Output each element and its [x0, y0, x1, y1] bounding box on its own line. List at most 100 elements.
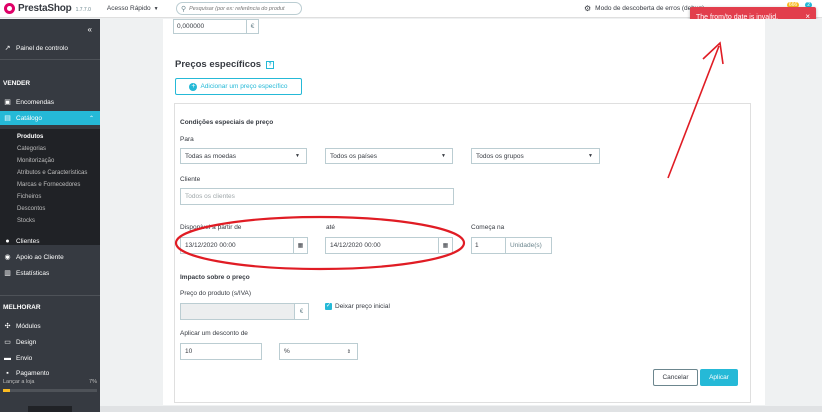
sidebar-item-design[interactable]: ▭ Design: [0, 335, 100, 349]
section-title: Preços específicos ?: [175, 59, 275, 70]
sidebar-item-catalog[interactable]: ▤ Catálogo ⌃: [0, 111, 100, 125]
customer-input[interactable]: Todos os clientes: [180, 188, 454, 205]
to-date-value: 14/12/2020 00:00: [330, 242, 381, 249]
chevron-up-icon: ⌃: [88, 115, 94, 122]
caret-down-icon: ▼: [441, 153, 446, 159]
submenu-item-categories[interactable]: Categorias: [17, 146, 46, 152]
sidebar-item-label: Catálogo: [16, 114, 43, 122]
credit-card-icon: ▪: [6, 369, 9, 377]
sidebar-item-label: Pagamento: [16, 369, 50, 377]
sidebar-item-label: Painel de controlo: [16, 44, 69, 52]
submenu-item-attributes[interactable]: Atributos e Características: [17, 170, 87, 176]
sidebar-item-customers[interactable]: ● Clientes: [0, 234, 100, 248]
caret-down-icon: ▼: [153, 5, 159, 12]
sidebar: « ↗ Painel de controlo VENDER ▣ Encomend…: [0, 19, 100, 412]
catalog-submenu: Produtos Categorias Monitorização Atribu…: [0, 129, 100, 245]
discount-type-select[interactable]: % ⇕: [279, 343, 358, 360]
sidebar-item-label: Apoio ao Cliente: [16, 253, 64, 261]
submenu-item-monitoring[interactable]: Monitorização: [17, 158, 54, 164]
currency-select-value: Todas as moedas: [185, 152, 236, 160]
sidebar-item-payment[interactable]: ▪ Pagamento: [0, 366, 100, 380]
sidebar-item-support[interactable]: ◉ Apoio ao Cliente: [0, 250, 100, 264]
to-date-label: até: [326, 224, 336, 231]
search-input[interactable]: [189, 5, 300, 12]
specific-prices-title: Preços específicos: [175, 59, 262, 70]
calendar-icon[interactable]: ▦: [293, 238, 307, 253]
for-label: Para: [180, 136, 194, 143]
sidebar-divider: [0, 59, 100, 60]
submenu-item-discounts[interactable]: Descontos: [17, 206, 45, 212]
price-label: Preço do produto (s/IVA): [180, 290, 252, 297]
sidebar-item-dashboard[interactable]: ↗ Painel de controlo: [0, 41, 100, 55]
bug-icon: ⚙: [584, 4, 592, 13]
apply-button[interactable]: Aplicar: [700, 369, 738, 386]
sidebar-footer-button[interactable]: [28, 406, 72, 412]
from-date-label: Disponível a partir de: [180, 224, 242, 231]
launch-progress-bar: [3, 389, 97, 392]
caret-down-icon: ▼: [295, 153, 300, 159]
store-icon: ▤: [4, 115, 11, 122]
checkbox-checked-icon: ✓: [325, 303, 332, 310]
product-price-field[interactable]: €: [180, 303, 309, 320]
conditions-heading: Condições especiais de preço: [180, 119, 274, 126]
cost-price-value: 0,000000: [177, 23, 205, 30]
unit-addon: Unidade(s): [510, 242, 542, 249]
sort-icon: ⇕: [346, 348, 351, 355]
logo[interactable]: PrestaShop 1.7.7.0: [4, 3, 91, 14]
help-icon[interactable]: ?: [266, 60, 275, 69]
version-label: 1.7.7.0: [75, 7, 91, 13]
section-sell-heading: VENDER: [3, 80, 31, 87]
from-date-field[interactable]: 13/12/2020 00:00 ▦: [180, 237, 308, 254]
chat-icon: ◉: [4, 254, 11, 261]
horizontal-scrollbar[interactable]: [100, 406, 822, 412]
sidebar-item-modules[interactable]: ✣ Módulos: [0, 319, 100, 333]
add-specific-price-label: Adicionar um preço específico: [200, 83, 288, 90]
sidebar-item-label: Envio: [16, 354, 33, 362]
section-improve-heading: MELHORAR: [3, 304, 41, 311]
sidebar-item-label: Módulos: [16, 322, 41, 330]
starting-quantity-field[interactable]: 1 Unidade(s): [471, 237, 552, 254]
currency-addon: €: [246, 20, 258, 33]
sidebar-divider: [0, 295, 100, 296]
submenu-item-products[interactable]: Produtos: [17, 134, 43, 140]
plus-circle-icon: +: [189, 82, 198, 91]
country-select[interactable]: Todos os países ▼: [325, 148, 453, 164]
submenu-item-brands[interactable]: Marcas e Fornecedores: [17, 182, 80, 188]
launch-progress-fill: [3, 389, 10, 392]
customer-label: Cliente: [180, 176, 201, 183]
submenu-item-files[interactable]: Ficheiros: [17, 194, 41, 200]
trending-up-icon: ↗: [4, 45, 11, 52]
sidebar-item-label: Estatísticas: [16, 269, 50, 277]
prestashop-logo-icon: [4, 3, 15, 14]
quick-access-menu[interactable]: Acesso Rápido ▼: [107, 5, 159, 12]
impact-heading: Impacto sobre o preço: [180, 274, 250, 281]
caret-down-icon: ▼: [588, 153, 593, 159]
sidebar-item-label: Clientes: [16, 237, 40, 245]
country-select-value: Todos os países: [330, 152, 377, 160]
collapse-sidebar-icon[interactable]: «: [88, 25, 92, 34]
add-specific-price-button[interactable]: + Adicionar um preço específico: [175, 78, 302, 95]
puzzle-icon: ✣: [4, 323, 11, 330]
desktop-icon: ▭: [4, 339, 11, 346]
starting-at-label: Começa na: [471, 224, 505, 231]
sidebar-item-stats[interactable]: ▥ Estatísticas: [0, 266, 100, 280]
cost-price-field[interactable]: 0,000000 €: [173, 19, 259, 34]
launch-shop-progress[interactable]: Lançar a loja 7%: [0, 379, 100, 392]
calendar-icon[interactable]: ▦: [438, 238, 452, 253]
currency-select[interactable]: Todas as moedas ▼: [180, 148, 307, 164]
search-box[interactable]: ⚲: [176, 2, 302, 15]
discount-value-field[interactable]: 10: [180, 343, 262, 360]
keep-initial-price-checkbox[interactable]: ✓ Deixar preço inicial: [325, 303, 390, 310]
discount-value: 10: [185, 348, 193, 355]
group-select[interactable]: Todos os grupos ▼: [471, 148, 600, 164]
cancel-button[interactable]: Cancelar: [653, 369, 698, 386]
submenu-item-stocks[interactable]: Stocks: [17, 218, 35, 224]
sidebar-item-shipping[interactable]: ▬ Envio: [0, 351, 100, 365]
quick-access-label: Acesso Rápido: [106, 5, 151, 12]
cancel-label: Cancelar: [662, 374, 689, 381]
brand-name: PrestaShop: [18, 3, 72, 14]
debug-mode-indicator[interactable]: ⚙ Modo de descoberta de erros (debug): [584, 4, 704, 13]
to-date-field[interactable]: 14/12/2020 00:00 ▦: [325, 237, 453, 254]
currency-addon: €: [294, 304, 308, 319]
sidebar-item-orders[interactable]: ▣ Encomendas: [0, 95, 100, 109]
